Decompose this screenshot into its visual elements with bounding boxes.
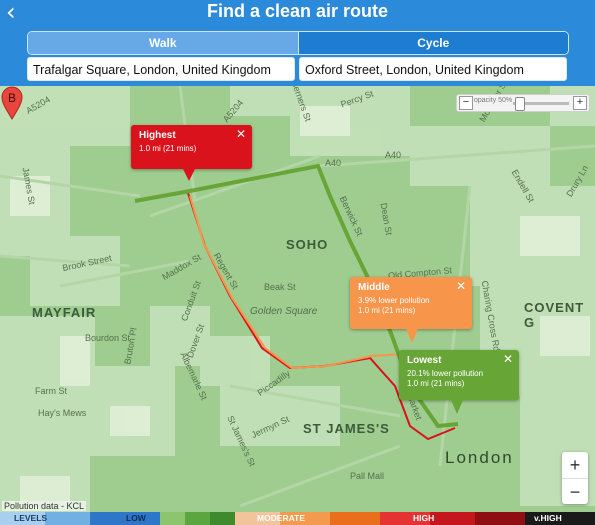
area-label-soho: SOHO bbox=[286, 237, 329, 252]
area-label-st-james: ST JAMES'S bbox=[303, 421, 390, 436]
street-label: Hay's Mews bbox=[38, 408, 87, 418]
legend-label: LOW bbox=[126, 513, 146, 523]
legend-label: LEVELS bbox=[14, 513, 48, 523]
street-label: Farm St bbox=[35, 386, 68, 396]
tab-walk[interactable]: Walk bbox=[28, 32, 298, 54]
popup-pointer bbox=[183, 169, 195, 181]
area-label-mayfair: MAYFAIR bbox=[32, 305, 97, 320]
popup-pollution: 20.1% lower pollution bbox=[407, 369, 484, 378]
opacity-decrease-button[interactable]: − bbox=[459, 96, 473, 110]
close-icon[interactable]: ✕ bbox=[456, 279, 466, 293]
legend-label: v.HIGH bbox=[534, 513, 562, 523]
street-label: Golden Square bbox=[250, 306, 318, 317]
map-pin-icon[interactable]: B bbox=[0, 86, 24, 120]
legend-swatch bbox=[475, 512, 525, 525]
route-popup-highest[interactable]: Highest 1.0 mi (21 mins) ✕ bbox=[131, 125, 252, 181]
street-label: Beak St bbox=[264, 282, 296, 292]
opacity-label: opacity 50% bbox=[474, 97, 513, 104]
popup-distance: 1.0 mi (21 mins) bbox=[407, 379, 465, 388]
area-label-covent-garden: COVENT G bbox=[524, 300, 585, 330]
to-input[interactable]: Oxford Street, London, United Kingdom bbox=[299, 57, 567, 81]
legend-swatch bbox=[45, 512, 90, 525]
street-label: A40 bbox=[385, 150, 402, 160]
mode-selector: Walk Cycle bbox=[27, 31, 569, 55]
popup-distance: 1.0 mi (21 mins) bbox=[358, 306, 416, 315]
zoom-out-button[interactable]: − bbox=[562, 478, 588, 505]
opacity-slider-handle[interactable] bbox=[515, 97, 525, 111]
opacity-control: − opacity 50% + bbox=[456, 94, 590, 112]
legend-swatch bbox=[210, 512, 235, 525]
map-view[interactable]: SOHO MAYFAIR ST JAMES'S COVENT G London … bbox=[0, 86, 595, 525]
route-popup-lowest[interactable]: Lowest 20.1% lower pollution 1.0 mi (21 … bbox=[399, 350, 519, 414]
popup-pointer bbox=[406, 329, 418, 343]
street-label: A40 bbox=[325, 158, 342, 168]
pollution-legend: LEVELS LOW MODERATE HIGH v.HIGH bbox=[0, 512, 595, 525]
tab-cycle[interactable]: Cycle bbox=[297, 32, 568, 54]
close-icon[interactable]: ✕ bbox=[236, 127, 246, 141]
zoom-in-button[interactable]: + bbox=[562, 452, 588, 478]
page-title: Find a clean air route bbox=[206, 1, 389, 21]
popup-pollution: 3.9% lower pollution bbox=[358, 296, 430, 305]
popup-title: Middle bbox=[358, 282, 390, 293]
legend-swatch bbox=[90, 512, 160, 525]
zoom-control: + − bbox=[562, 452, 588, 504]
street-label: Bourdon St bbox=[85, 333, 131, 343]
legend-swatch bbox=[430, 512, 475, 525]
close-icon[interactable]: ✕ bbox=[503, 352, 513, 366]
popup-pointer bbox=[451, 400, 463, 414]
marker-label: B bbox=[8, 91, 16, 105]
app-header: ‹ Find a clean air route Walk Cycle Traf… bbox=[0, 0, 595, 86]
opacity-increase-button[interactable]: + bbox=[573, 96, 587, 110]
popup-title: Highest bbox=[139, 130, 176, 141]
legend-swatch bbox=[330, 512, 380, 525]
street-label: Pall Mall bbox=[350, 471, 385, 481]
popup-title: Lowest bbox=[407, 355, 442, 366]
popup-distance: 1.0 mi (21 mins) bbox=[139, 144, 197, 153]
legend-swatch bbox=[160, 512, 185, 525]
area-label-london: London bbox=[445, 448, 514, 467]
legend-label: MODERATE bbox=[257, 513, 306, 523]
legend-swatch bbox=[185, 512, 210, 525]
from-input[interactable]: Trafalgar Square, London, United Kingdom bbox=[27, 57, 295, 81]
legend-label: HIGH bbox=[413, 513, 435, 523]
route-popup-middle[interactable]: Middle 3.9% lower pollution 1.0 mi (21 m… bbox=[350, 277, 472, 343]
map-attribution: Pollution data - KCL bbox=[2, 501, 87, 511]
